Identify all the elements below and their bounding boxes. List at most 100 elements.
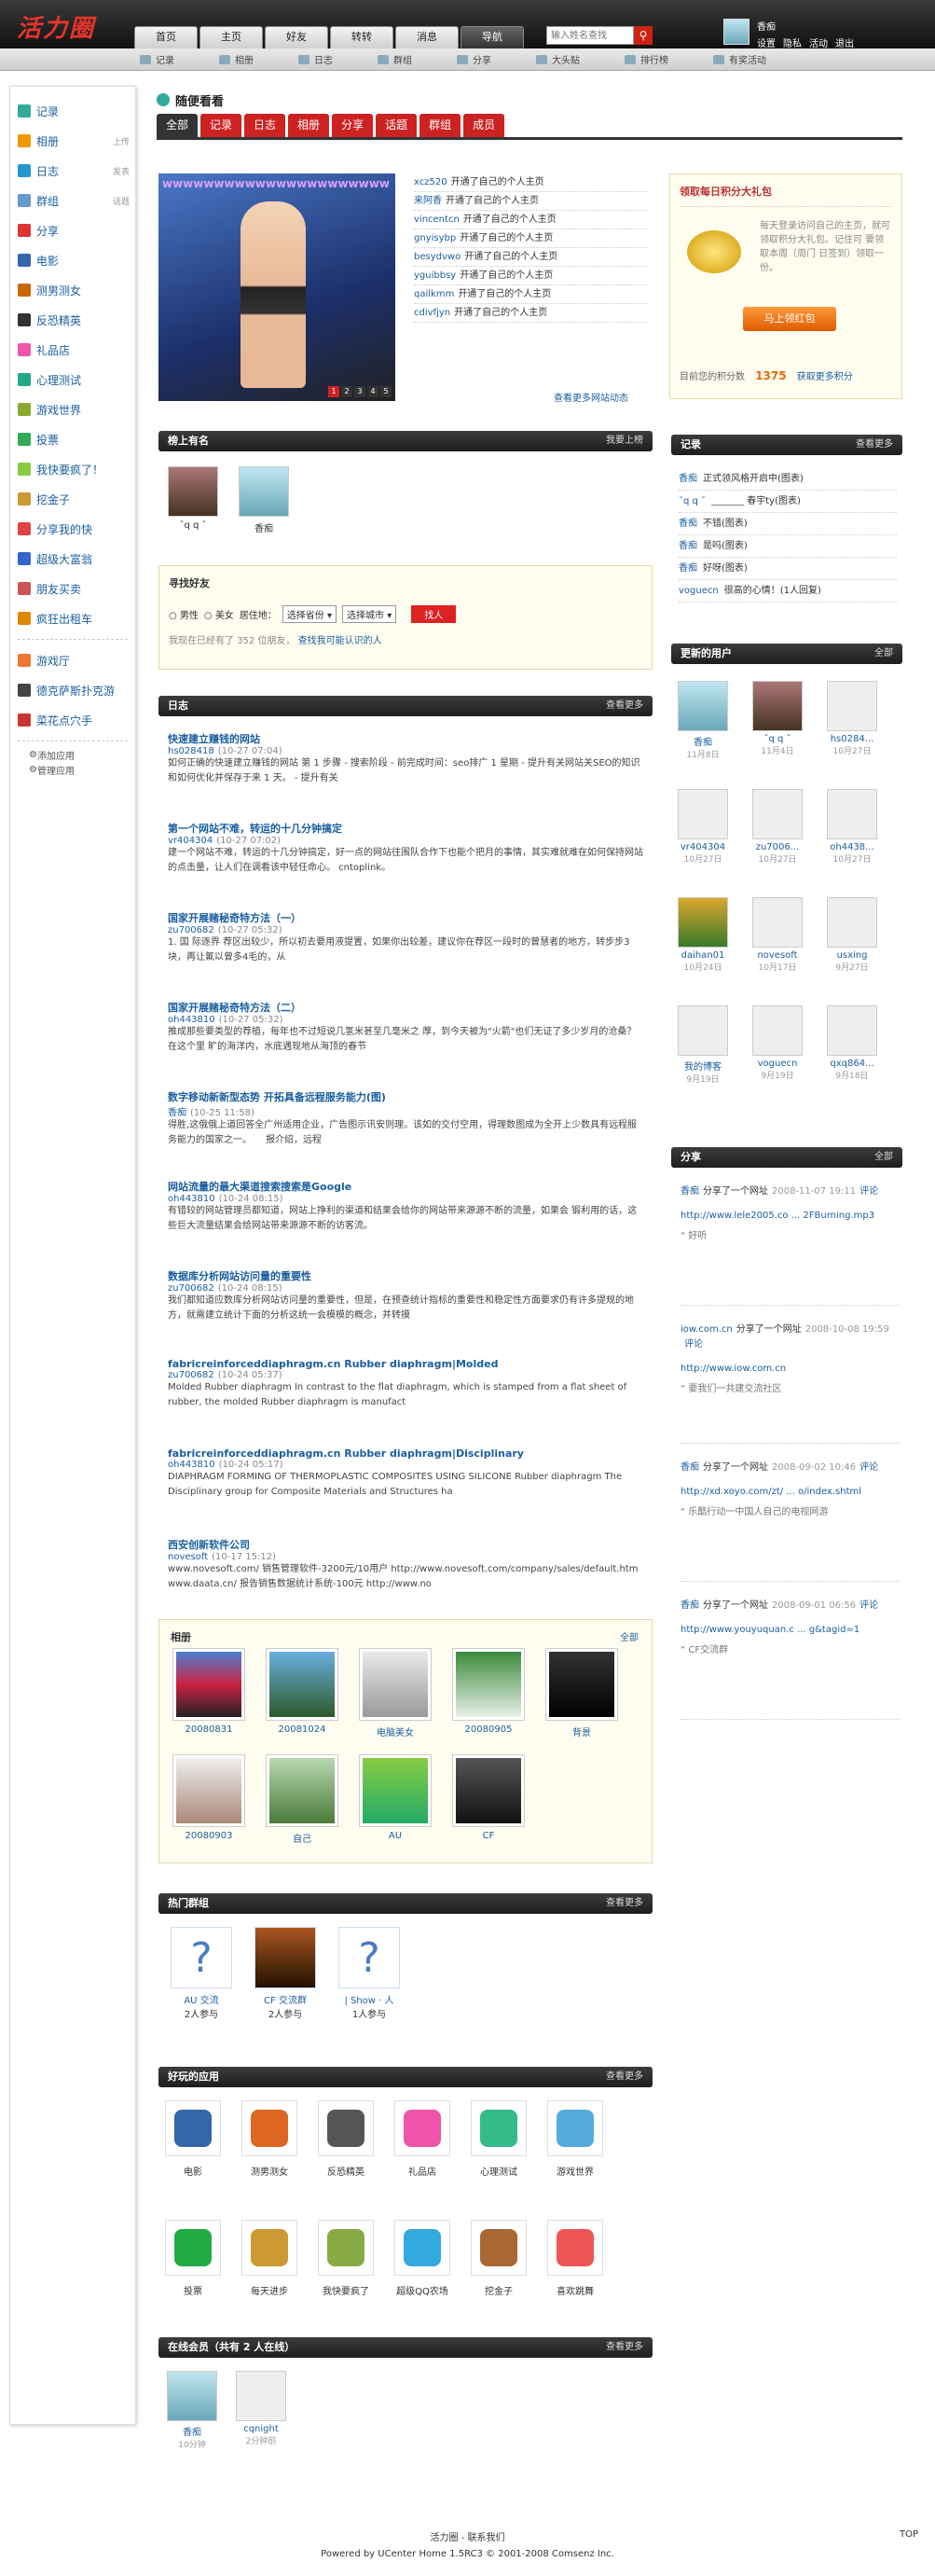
blog-more-link[interactable]: 查看更多 — [606, 696, 643, 716]
app-item[interactable]: 测男测女 — [239, 2100, 300, 2178]
user-avatar[interactable] — [827, 789, 877, 839]
app-icon[interactable] — [241, 2220, 297, 2276]
sidebar-item[interactable]: 我快要疯了！ — [10, 454, 135, 484]
feed-user[interactable]: qailkmm — [414, 289, 454, 299]
sidebar-item[interactable]: 朋友买卖 — [10, 574, 135, 603]
album-item[interactable]: 20080903 — [172, 1754, 245, 1841]
sidebar-item[interactable]: 心理测试 — [10, 365, 135, 395]
sidebar-item[interactable]: 疯狂出租车 — [10, 603, 135, 633]
new-user[interactable]: voguecn 9月19日 — [749, 1005, 805, 1081]
record-user[interactable]: 香痴 — [679, 541, 697, 551]
album-item[interactable]: 20080905 — [452, 1648, 525, 1735]
subnav-item[interactable]: 有奖活动 — [713, 52, 766, 66]
blog-author[interactable]: zu700682 — [168, 1283, 214, 1294]
app-icon[interactable] — [547, 2100, 603, 2156]
user-link[interactable]: 设置 — [757, 39, 776, 49]
share-link[interactable]: http://xd.xoyo.com/zt/ ... o/index.shtml — [681, 1485, 899, 1500]
user-link[interactable]: 退出 — [835, 39, 854, 49]
sidebar-item-extra[interactable]: 上传 — [113, 135, 130, 147]
nav-tab[interactable]: 导航 — [461, 26, 524, 48]
album-item[interactable]: AU — [359, 1754, 432, 1841]
new-user[interactable]: usxing 9月27日 — [824, 897, 880, 973]
user-avatar[interactable] — [236, 2371, 286, 2421]
sidebar-item[interactable]: 分享 — [10, 215, 135, 245]
record-user[interactable]: 香痴 — [679, 519, 697, 529]
feed-tab[interactable]: 群组 — [419, 114, 461, 137]
sidebar-item[interactable]: 德克萨斯扑克游 — [10, 675, 135, 705]
user-avatar[interactable] — [752, 1005, 803, 1056]
famous-more-link[interactable]: 我要上榜 — [606, 431, 643, 451]
user-avatar[interactable] — [827, 1005, 877, 1056]
famous-user[interactable]: 香痴 — [239, 466, 289, 534]
group-item[interactable]: ? AU 交流 2人参与 — [166, 1927, 237, 2020]
nav-tab[interactable]: 消息 — [395, 26, 459, 48]
sidebar-item[interactable]: 反恐精英 — [10, 305, 135, 335]
online-more-link[interactable]: 查看更多 — [606, 2337, 643, 2358]
group-icon[interactable] — [254, 1927, 316, 1988]
name-search-input[interactable] — [546, 26, 634, 45]
sidebar-item[interactable]: 群组 话题 — [10, 186, 135, 215]
sidebar-item[interactable]: 菜花点穴手 — [10, 705, 135, 735]
female-radio[interactable]: ○ 美女 — [204, 607, 234, 621]
get-gift-button[interactable]: 马上领红包 — [743, 307, 836, 331]
sidebar-item[interactable]: 电影 — [10, 245, 135, 275]
user-avatar[interactable] — [752, 681, 803, 731]
user-avatar[interactable] — [723, 19, 749, 45]
new-user[interactable]: vr404304 10月27日 — [675, 789, 731, 865]
subnav-item[interactable]: 日志 — [298, 52, 333, 66]
new-user[interactable]: novesoft 10月17日 — [749, 897, 805, 973]
blog-author[interactable]: 香痴 — [168, 1108, 186, 1118]
share-link[interactable]: http://www.lele2005.co ... 2FBurning.mp3 — [681, 1209, 899, 1224]
nav-tab[interactable]: 好友 — [265, 26, 328, 48]
slide-page[interactable]: 1 — [328, 386, 339, 397]
user-name[interactable]: 香痴 — [757, 19, 861, 33]
record-user[interactable]: ˇq q ˇ — [679, 496, 706, 506]
blog-title[interactable]: fabricreinforceddiaphragm.cn Rubber diap… — [168, 1358, 643, 1370]
famous-user[interactable]: ˇq q ˇ — [168, 466, 218, 531]
album-item[interactable]: 20080831 — [172, 1648, 245, 1735]
app-item[interactable]: 反恐精英 — [315, 2100, 377, 2178]
sidebar-item-extra[interactable]: 话题 — [113, 195, 130, 207]
album-cover[interactable] — [452, 1648, 525, 1721]
album-item[interactable]: 电脑美女 — [359, 1648, 432, 1738]
new-user[interactable]: 我的博客 9月19日 — [675, 1005, 731, 1085]
album-cover[interactable] — [266, 1754, 338, 1827]
feeds-more-link[interactable]: 查看更多网站动态 — [554, 390, 628, 404]
feed-user[interactable]: xcz520 — [414, 177, 447, 187]
user-avatar[interactable] — [678, 897, 728, 948]
sidebar-item[interactable]: 测男测女 — [10, 275, 135, 305]
online-user[interactable]: 香痴 10分钟 — [164, 2371, 220, 2450]
app-item[interactable]: 超级QQ农场 — [392, 2220, 453, 2297]
share-comment-link[interactable]: 评论 — [684, 1339, 703, 1350]
sidebar-item[interactable]: 投票 — [10, 424, 135, 454]
record-user[interactable]: 香痴 — [679, 474, 697, 484]
group-item[interactable]: CF 交流群 2人参与 — [250, 1927, 321, 2020]
groups-more-link[interactable]: 查看更多 — [606, 1893, 643, 1914]
album-cover[interactable] — [266, 1648, 338, 1721]
feed-user[interactable]: vincentcn — [414, 215, 460, 225]
feed-tab[interactable]: 全部 — [157, 114, 199, 137]
sidebar-item[interactable]: 游戏厅 — [10, 645, 135, 675]
nav-tab[interactable]: 转转 — [330, 26, 393, 48]
app-item[interactable]: 投票 — [162, 2220, 224, 2297]
slide-page[interactable]: 3 — [354, 386, 365, 397]
feed-tab[interactable]: 日志 — [244, 114, 286, 137]
user-avatar[interactable] — [827, 681, 877, 731]
sidebar-item[interactable]: 记录 — [10, 96, 135, 126]
record-user[interactable]: voguecn — [679, 586, 719, 596]
feed-tab[interactable]: 记录 — [200, 114, 242, 137]
share-user[interactable]: 香痴 — [681, 1462, 699, 1473]
group-icon[interactable]: ? — [338, 1927, 400, 1988]
app-item[interactable]: 礼品店 — [392, 2100, 453, 2178]
search-button[interactable]: ⚲ — [634, 26, 653, 45]
top-link[interactable]: TOP — [900, 2529, 918, 2540]
maybe-know-link[interactable]: 查找我可能认识的人 — [298, 636, 382, 646]
feed-tab[interactable]: 成员 — [463, 114, 505, 137]
blog-author[interactable]: zu700682 — [168, 1370, 214, 1380]
app-icon[interactable] — [165, 2100, 221, 2156]
province-select[interactable]: 选择省份 ▾ — [282, 605, 337, 623]
group-icon[interactable]: ? — [171, 1927, 232, 1988]
blog-author[interactable]: vr404304 — [168, 836, 213, 846]
new-user[interactable]: daihan01 10月24日 — [675, 897, 731, 973]
album-cover[interactable] — [452, 1754, 525, 1827]
